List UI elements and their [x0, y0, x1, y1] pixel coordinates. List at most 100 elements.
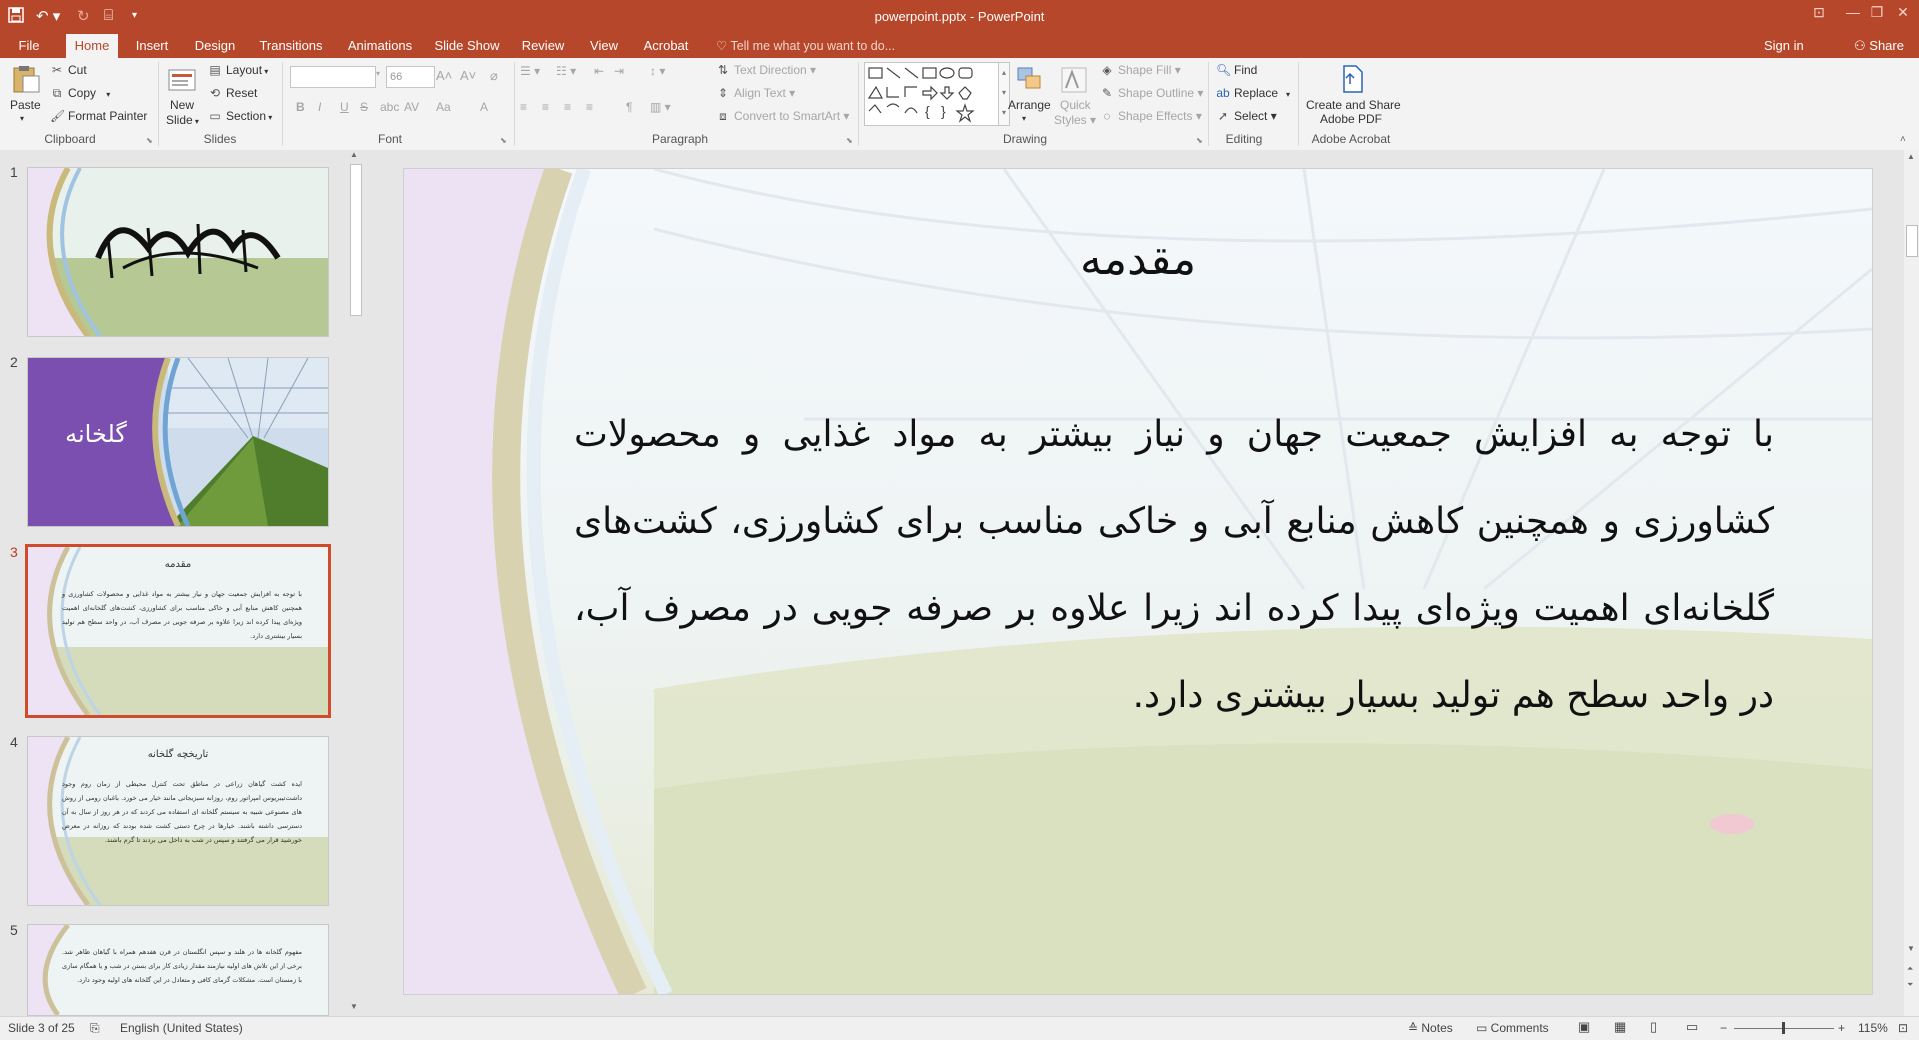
- shape-fill-button[interactable]: ◈ Shape Fill ▾: [1100, 63, 1180, 77]
- font-name-box[interactable]: [290, 66, 376, 88]
- zoom-level[interactable]: 115%: [1858, 1021, 1888, 1035]
- clipboard-launcher-icon[interactable]: ⬊: [146, 136, 153, 145]
- character-spacing-button[interactable]: AV: [404, 100, 419, 114]
- create-share-pdf-button[interactable]: Create and Share: [1306, 98, 1401, 112]
- copy-button[interactable]: ⧉ Copy ▾: [50, 86, 111, 101]
- decrease-font-icon[interactable]: A˅: [460, 68, 476, 83]
- thumbnail-scrollbar[interactable]: ▲ ▼: [348, 150, 362, 1016]
- rtl-icon[interactable]: ¶: [626, 100, 632, 114]
- tab-view[interactable]: View: [584, 34, 624, 58]
- tab-acrobat[interactable]: Acrobat: [640, 34, 692, 58]
- select-button[interactable]: ➚ Select ▾: [1216, 109, 1277, 123]
- format-painter-button[interactable]: 🖌︎ Format Painter: [50, 109, 147, 123]
- slide-show-icon[interactable]: ▭: [1686, 1019, 1698, 1035]
- tab-transitions[interactable]: Transitions: [256, 34, 326, 58]
- increase-font-icon[interactable]: A˄: [436, 68, 452, 83]
- font-size-box[interactable]: 66: [386, 66, 435, 88]
- collapse-ribbon-icon[interactable]: ˄: [1900, 134, 1906, 145]
- scrollbar-thumb[interactable]: [1906, 225, 1918, 257]
- shadow-button[interactable]: S: [360, 100, 368, 114]
- cut-button[interactable]: ✂ Cut: [50, 63, 87, 77]
- tab-slide-show[interactable]: Slide Show: [432, 34, 502, 58]
- notes-button[interactable]: ≙ Notes: [1408, 1021, 1453, 1035]
- reading-view-icon[interactable]: ▯: [1650, 1019, 1657, 1035]
- slide-thumbnail-4[interactable]: تاریخچه گلخانه ایده کشت گیاهان زراعی در …: [27, 736, 329, 906]
- increase-indent-icon[interactable]: ⇥: [614, 64, 624, 78]
- shape-effects-button[interactable]: ◌ Shape Effects ▾: [1100, 109, 1201, 123]
- drawing-launcher-icon[interactable]: ⬊: [1196, 136, 1203, 145]
- next-slide-icon[interactable]: ⏷: [1907, 980, 1913, 990]
- section-button[interactable]: ▭ Section ▾: [208, 109, 272, 123]
- sign-in-link[interactable]: Sign in: [1764, 34, 1804, 58]
- quick-styles-icon[interactable]: [1058, 64, 1090, 94]
- close-icon[interactable]: ✕: [1890, 4, 1916, 26]
- justify-icon[interactable]: ≡: [586, 100, 593, 114]
- quick-styles-button[interactable]: Quick: [1060, 98, 1091, 112]
- replace-button[interactable]: ab Replace ▾: [1216, 86, 1290, 100]
- layout-button[interactable]: ▤ Layout ▾: [208, 63, 268, 77]
- scroll-down-icon[interactable]: ▼: [350, 1002, 358, 1011]
- slide-thumbnail-5[interactable]: مفهوم گلخانه ها در هلند و سپس انگلستان د…: [27, 924, 329, 1016]
- paragraph-launcher-icon[interactable]: ⬊: [846, 136, 853, 145]
- create-share-pdf-button-line2[interactable]: Adobe PDF: [1306, 112, 1396, 126]
- minimize-icon[interactable]: —: [1840, 4, 1866, 26]
- shapes-gallery[interactable]: {}: [864, 62, 1000, 126]
- strikethrough-button[interactable]: abc: [380, 100, 399, 114]
- scroll-up-icon[interactable]: ▲: [1907, 152, 1915, 161]
- slide-thumbnail-1[interactable]: [27, 167, 329, 337]
- share-button[interactable]: ⚇ Share: [1854, 34, 1904, 58]
- clear-formatting-icon[interactable]: ⌀: [490, 68, 498, 84]
- normal-view-icon[interactable]: ▣: [1578, 1019, 1590, 1035]
- convert-smartart-button[interactable]: ⧈ Convert to SmartArt ▾: [716, 109, 849, 124]
- font-launcher-icon[interactable]: ⬊: [500, 136, 507, 145]
- paste-button[interactable]: Paste: [10, 98, 41, 112]
- tab-insert[interactable]: Insert: [130, 34, 174, 58]
- maximize-icon[interactable]: ❐: [1864, 4, 1890, 26]
- tab-home[interactable]: Home: [66, 34, 118, 58]
- zoom-out-icon[interactable]: −: [1720, 1021, 1727, 1035]
- zoom-in-icon[interactable]: +: [1838, 1021, 1845, 1035]
- fit-slide-icon[interactable]: ⊡: [1898, 1021, 1908, 1035]
- paste-dropdown-icon[interactable]: ▾: [20, 114, 24, 123]
- tab-animations[interactable]: Animations: [344, 34, 416, 58]
- columns-icon[interactable]: ▥ ▾: [650, 100, 671, 114]
- slide-thumbnail-2[interactable]: گلخانه: [27, 357, 329, 527]
- new-slide-icon[interactable]: [166, 64, 198, 94]
- new-slide-button[interactable]: New: [170, 98, 194, 112]
- comments-button[interactable]: ▭ Comments: [1476, 1021, 1549, 1035]
- language-indicator[interactable]: English (United States): [120, 1021, 243, 1035]
- find-button[interactable]: 🔍︎ Find: [1216, 63, 1257, 77]
- align-text-button[interactable]: ⇕ Align Text ▾: [716, 86, 795, 100]
- align-left-icon[interactable]: ≡: [520, 100, 527, 114]
- ribbon-display-options-icon[interactable]: ⊡: [1806, 4, 1832, 26]
- text-direction-button[interactable]: ⇅ Text Direction ▾: [716, 63, 816, 77]
- arrange-button[interactable]: Arrange: [1008, 98, 1051, 112]
- current-slide[interactable]: مقدمه با توجه به افزایش جمعیت جهان و نیا…: [403, 168, 1873, 995]
- scrollbar-thumb[interactable]: [350, 164, 362, 316]
- bold-button[interactable]: B: [296, 100, 305, 114]
- shapes-scroll[interactable]: ▴ ▾ ▾: [998, 62, 1010, 126]
- arrange-dropdown-icon[interactable]: ▾: [1022, 114, 1026, 123]
- previous-slide-icon[interactable]: ⏶: [1907, 964, 1913, 974]
- slide-title[interactable]: مقدمه: [404, 234, 1872, 285]
- font-name-dropdown-icon[interactable]: ▾: [376, 69, 380, 78]
- arrange-icon[interactable]: [1014, 64, 1046, 94]
- pdf-share-icon[interactable]: [1336, 64, 1368, 94]
- italic-button[interactable]: I: [318, 100, 321, 114]
- slide-body-text[interactable]: با توجه به افزایش جمعیت جهان و نیاز بیشت…: [574, 391, 1774, 739]
- shape-outline-button[interactable]: ✎ Shape Outline ▾: [1100, 86, 1203, 100]
- paste-icon[interactable]: [10, 64, 42, 94]
- slide-sorter-icon[interactable]: ▦: [1614, 1019, 1626, 1035]
- scroll-down-icon[interactable]: ▼: [1907, 944, 1915, 953]
- font-color-button[interactable]: A: [480, 100, 488, 114]
- align-center-icon[interactable]: ≡: [542, 100, 549, 114]
- new-slide-dropdown[interactable]: Slide ▾: [166, 113, 199, 127]
- underline-button[interactable]: U: [340, 100, 349, 114]
- line-spacing-icon[interactable]: ↕ ▾: [650, 64, 665, 78]
- align-right-icon[interactable]: ≡: [564, 100, 571, 114]
- spell-check-icon[interactable]: ⎘: [90, 1021, 100, 1036]
- change-case-button[interactable]: Aa: [436, 100, 451, 114]
- numbering-icon[interactable]: ☷ ▾: [556, 64, 576, 78]
- reset-button[interactable]: ⟲ Reset: [208, 86, 257, 100]
- bullets-icon[interactable]: ☰ ▾: [520, 64, 540, 78]
